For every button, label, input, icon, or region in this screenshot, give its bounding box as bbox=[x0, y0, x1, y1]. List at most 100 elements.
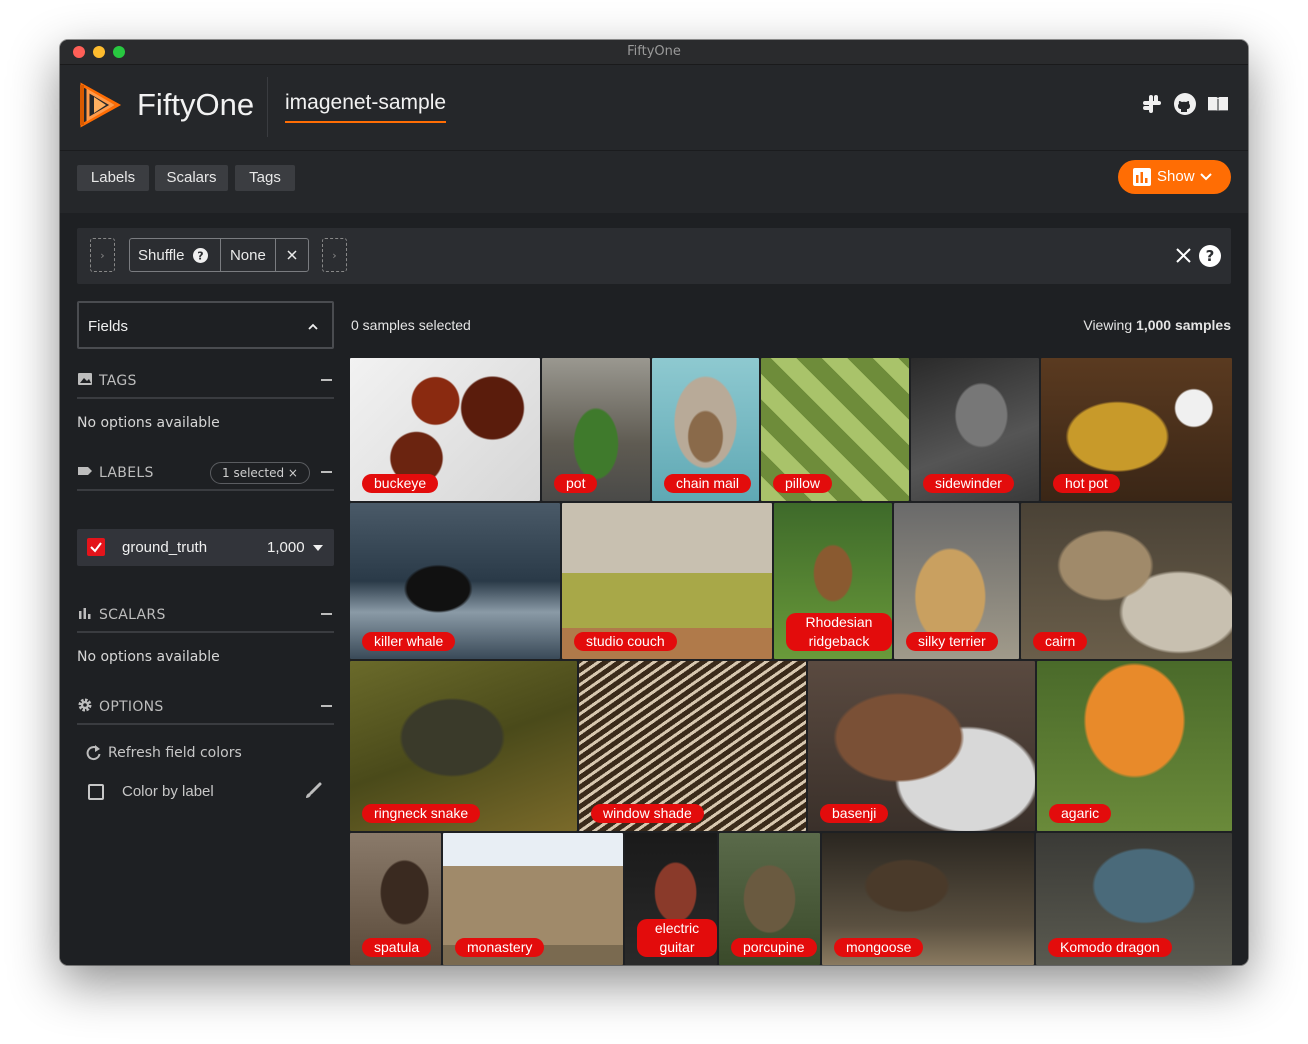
sample-label: silky terrier bbox=[906, 632, 998, 651]
stage-value[interactable]: None bbox=[221, 239, 277, 271]
labels-title: LABELS bbox=[99, 465, 154, 481]
header-divider bbox=[267, 77, 268, 137]
add-stage-before-button[interactable]: › bbox=[90, 238, 115, 272]
fields-dropdown[interactable]: Fields bbox=[77, 301, 334, 349]
clear-view-icon[interactable] bbox=[1176, 248, 1191, 263]
close-icon bbox=[287, 250, 297, 260]
sample-tile[interactable]: ringneck snake bbox=[350, 661, 577, 831]
samples-selected-text: 0 samples selected bbox=[351, 317, 471, 333]
options-title: OPTIONS bbox=[99, 699, 164, 715]
sample-tile[interactable]: electric guitar bbox=[625, 833, 717, 965]
github-icon[interactable] bbox=[1173, 92, 1197, 116]
show-button[interactable]: Show bbox=[1118, 160, 1231, 194]
field-count: 1,000 bbox=[267, 539, 305, 556]
refresh-icon bbox=[86, 745, 101, 761]
sample-label: studio couch bbox=[574, 632, 677, 651]
field-name: ground_truth bbox=[122, 539, 208, 556]
sample-label: mongoose bbox=[834, 938, 924, 957]
bar-chart-icon bbox=[1133, 168, 1151, 186]
tab-tags[interactable]: Tags bbox=[235, 165, 295, 191]
view-bar: › Shuffle ? None › ? bbox=[77, 228, 1231, 284]
sample-label: spatula bbox=[362, 938, 432, 957]
scalars-section-header[interactable]: SCALARS bbox=[77, 597, 334, 633]
toolbar: Labels Scalars Tags Show bbox=[60, 151, 1248, 213]
ground-truth-field-row[interactable]: ground_truth 1,000 bbox=[77, 529, 334, 566]
labels-section-header[interactable]: LABELS 1 selected × bbox=[77, 455, 334, 491]
sample-label: porcupine bbox=[731, 938, 817, 957]
sample-tile[interactable]: monastery bbox=[443, 833, 623, 965]
sample-tile[interactable]: killer whale bbox=[350, 503, 560, 659]
sample-label: basenji bbox=[820, 804, 889, 823]
sample-tile[interactable]: Rhodesian ridgeback bbox=[774, 503, 892, 659]
sample-tile[interactable]: spatula bbox=[350, 833, 441, 965]
caret-down-icon[interactable] bbox=[313, 545, 323, 551]
tags-title: TAGS bbox=[99, 373, 137, 389]
sample-tile[interactable]: pot bbox=[542, 358, 650, 501]
add-stage-after-button[interactable]: › bbox=[322, 238, 347, 272]
chevron-down-icon bbox=[1200, 173, 1212, 181]
sample-label: Komodo dragon bbox=[1048, 938, 1172, 957]
collapse-scalars-icon[interactable] bbox=[321, 613, 332, 615]
sample-tile[interactable]: pillow bbox=[761, 358, 909, 501]
collapse-tags-icon[interactable] bbox=[321, 379, 332, 381]
sample-label: monastery bbox=[455, 938, 545, 957]
help-icon[interactable]: ? bbox=[193, 247, 209, 263]
sample-tile[interactable]: agaric bbox=[1037, 661, 1232, 831]
sample-label: pot bbox=[554, 474, 598, 493]
svg-text:?: ? bbox=[198, 249, 204, 262]
sample-grid: buckeye pot chain mail pillow sidewinder… bbox=[350, 358, 1232, 965]
bar-chart-small-icon bbox=[79, 608, 91, 619]
sample-tile[interactable]: porcupine bbox=[719, 833, 820, 965]
view-stage-shuffle[interactable]: Shuffle ? None bbox=[129, 238, 309, 272]
scalars-title: SCALARS bbox=[99, 607, 166, 623]
remove-stage-button[interactable] bbox=[276, 239, 308, 271]
color-by-label-text: Color by label bbox=[122, 783, 214, 800]
sample-label: buckeye bbox=[362, 474, 439, 493]
app-window: FiftyOne FiftyOne imagenet-sample Labels… bbox=[60, 40, 1248, 965]
color-by-label-checkbox[interactable] bbox=[88, 784, 104, 800]
sample-tile[interactable]: sidewinder bbox=[911, 358, 1039, 501]
sample-label: Rhodesian ridgeback bbox=[786, 613, 892, 651]
sample-tile[interactable]: Komodo dragon bbox=[1036, 833, 1232, 965]
sample-tile[interactable]: mongoose bbox=[822, 833, 1034, 965]
collapse-options-icon[interactable] bbox=[321, 705, 332, 707]
viewing-count-value: 1,000 samples bbox=[1136, 317, 1231, 333]
tab-scalars[interactable]: Scalars bbox=[155, 165, 228, 191]
selected-badge[interactable]: 1 selected × bbox=[210, 462, 310, 484]
title-bar: FiftyOne bbox=[60, 40, 1248, 65]
sample-label: hot pot bbox=[1053, 474, 1120, 493]
sample-tile[interactable]: hot pot bbox=[1041, 358, 1232, 501]
scalars-empty-text: No options available bbox=[77, 649, 220, 665]
slack-icon[interactable] bbox=[1140, 92, 1164, 116]
dataset-selector[interactable]: imagenet-sample bbox=[285, 91, 447, 123]
sample-label: ringneck snake bbox=[362, 804, 481, 823]
docs-book-icon[interactable] bbox=[1206, 92, 1230, 116]
sample-label: agaric bbox=[1049, 804, 1112, 823]
options-section-header[interactable]: OPTIONS bbox=[77, 689, 334, 725]
sample-tile[interactable]: studio couch bbox=[562, 503, 772, 659]
sample-tile[interactable]: silky terrier bbox=[894, 503, 1019, 659]
color-by-label-row[interactable]: Color by label bbox=[77, 782, 334, 806]
sample-tile[interactable]: cairn bbox=[1021, 503, 1232, 659]
sample-tile[interactable]: chain mail bbox=[652, 358, 759, 501]
ground-truth-checkbox[interactable] bbox=[87, 538, 105, 556]
tags-section-header[interactable]: TAGS bbox=[77, 363, 334, 399]
tab-labels[interactable]: Labels bbox=[77, 165, 149, 191]
viewing-count: Viewing 1,000 samples bbox=[1083, 317, 1231, 333]
sidebar: Fields TAGS No options available LABELS … bbox=[77, 301, 334, 965]
sample-label: cairn bbox=[1033, 632, 1088, 651]
viewing-prefix: Viewing bbox=[1083, 317, 1133, 333]
app-header: FiftyOne imagenet-sample bbox=[60, 65, 1248, 151]
svg-text:?: ? bbox=[1206, 247, 1215, 265]
sample-tile[interactable]: buckeye bbox=[350, 358, 540, 501]
fiftyone-logo-icon[interactable] bbox=[76, 81, 124, 129]
help-circle-icon[interactable]: ? bbox=[1199, 245, 1221, 267]
sample-tile[interactable]: window shade bbox=[579, 661, 806, 831]
gear-icon bbox=[78, 698, 92, 712]
sample-tile[interactable]: basenji bbox=[808, 661, 1035, 831]
image-tag-icon bbox=[78, 373, 92, 385]
paint-brush-icon[interactable] bbox=[303, 781, 323, 801]
refresh-label: Refresh field colors bbox=[108, 745, 242, 761]
sample-label: electric guitar bbox=[637, 919, 717, 957]
collapse-labels-icon[interactable] bbox=[321, 471, 332, 473]
